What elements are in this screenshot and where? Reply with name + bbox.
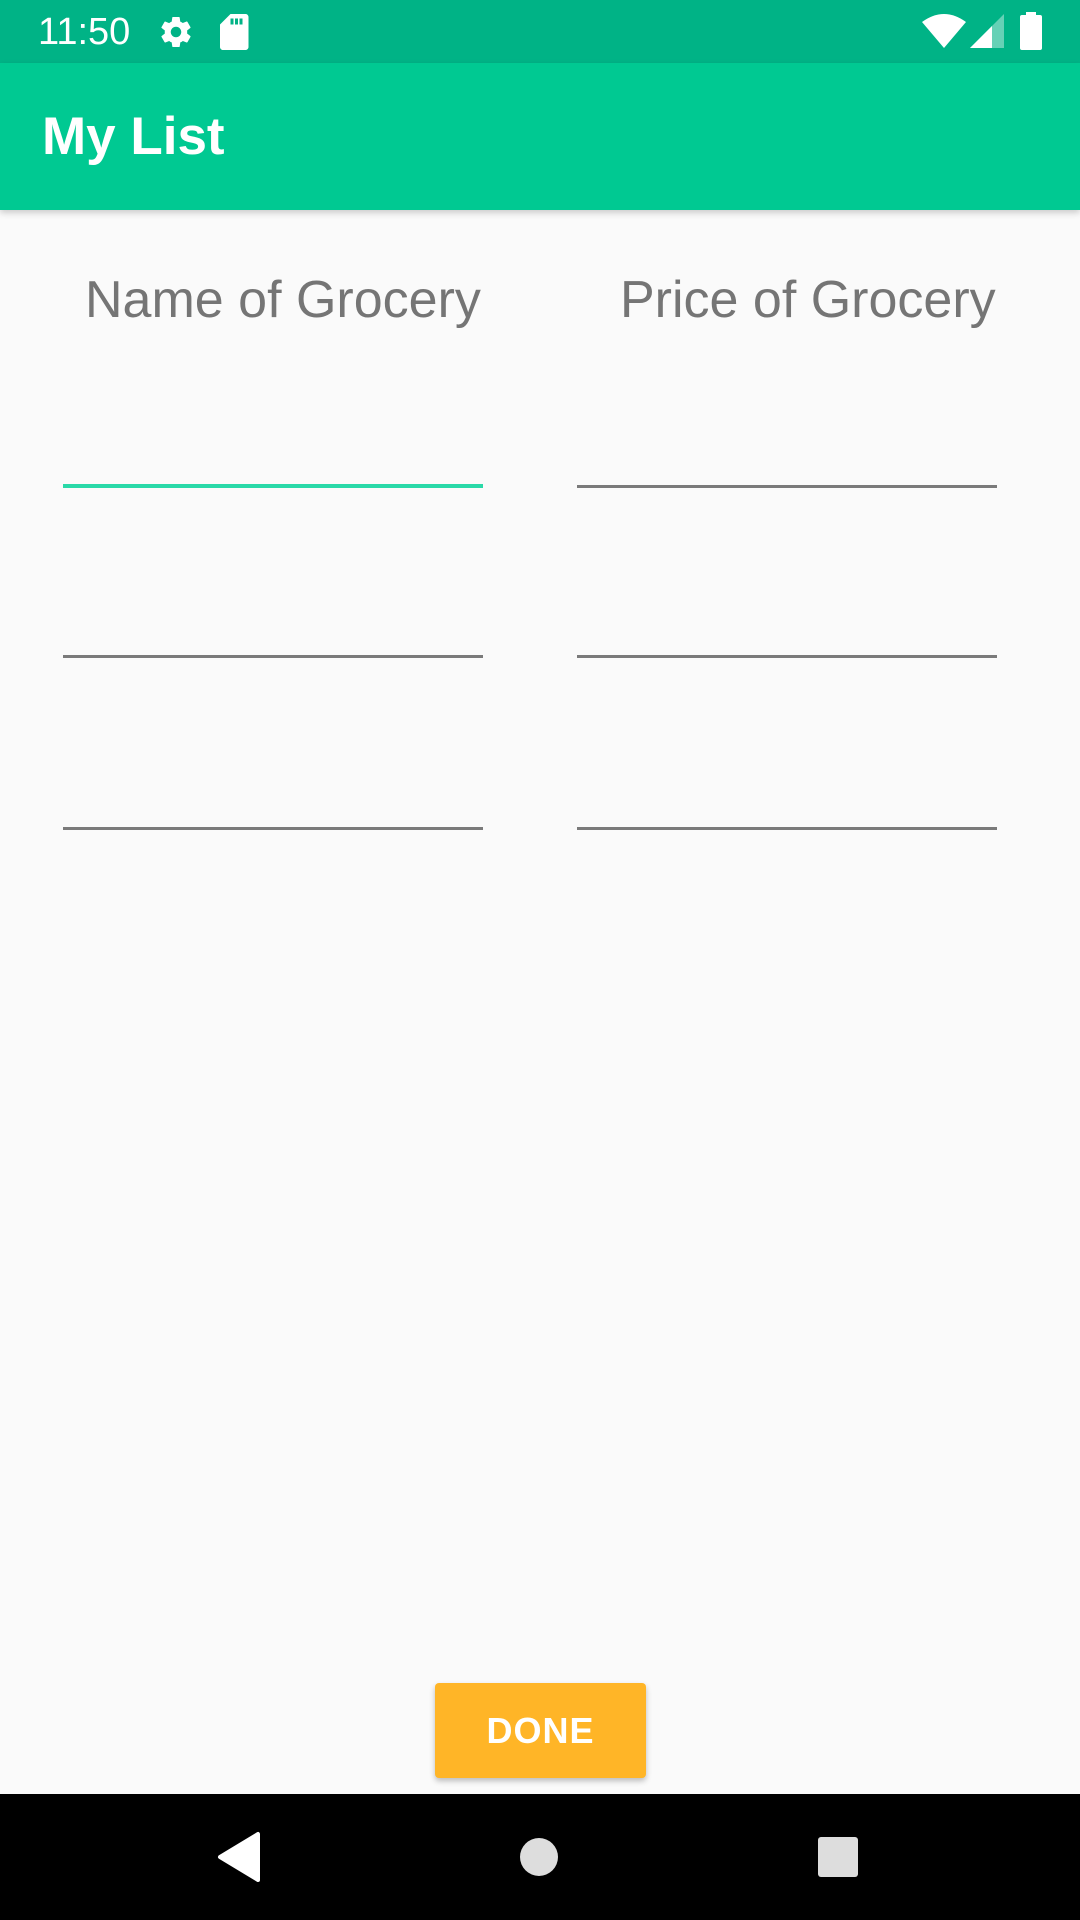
grocery-price-input-1[interactable] [577,398,997,488]
battery-icon [1020,12,1042,50]
name-column-header: Name of Grocery [85,271,481,329]
grocery-price-input-3[interactable] [577,740,997,830]
wifi-icon [922,14,966,48]
cellular-signal-icon [970,14,1004,48]
back-icon[interactable] [206,1824,272,1890]
page-title: My List [42,107,225,166]
done-button[interactable]: DONE [435,1683,646,1778]
grocery-name-input-3[interactable] [63,740,483,830]
grocery-form: Name of Grocery Price of Grocery [0,210,1080,1794]
price-column-header: Price of Grocery [620,271,996,329]
navigation-bar [0,1794,1080,1920]
status-time: 11:50 [38,11,131,53]
grocery-name-input-2[interactable] [63,568,483,658]
recents-icon[interactable] [805,1824,871,1890]
grocery-name-input-1[interactable] [63,398,483,488]
app-bar: My List [0,63,1080,210]
gear-icon [161,17,191,48]
sd-card-icon [220,14,249,50]
done-button-label: DONE [486,1709,595,1751]
grocery-price-input-2[interactable] [577,568,997,658]
status-bar: 11:50 [0,0,1080,63]
home-icon[interactable] [506,1824,572,1890]
